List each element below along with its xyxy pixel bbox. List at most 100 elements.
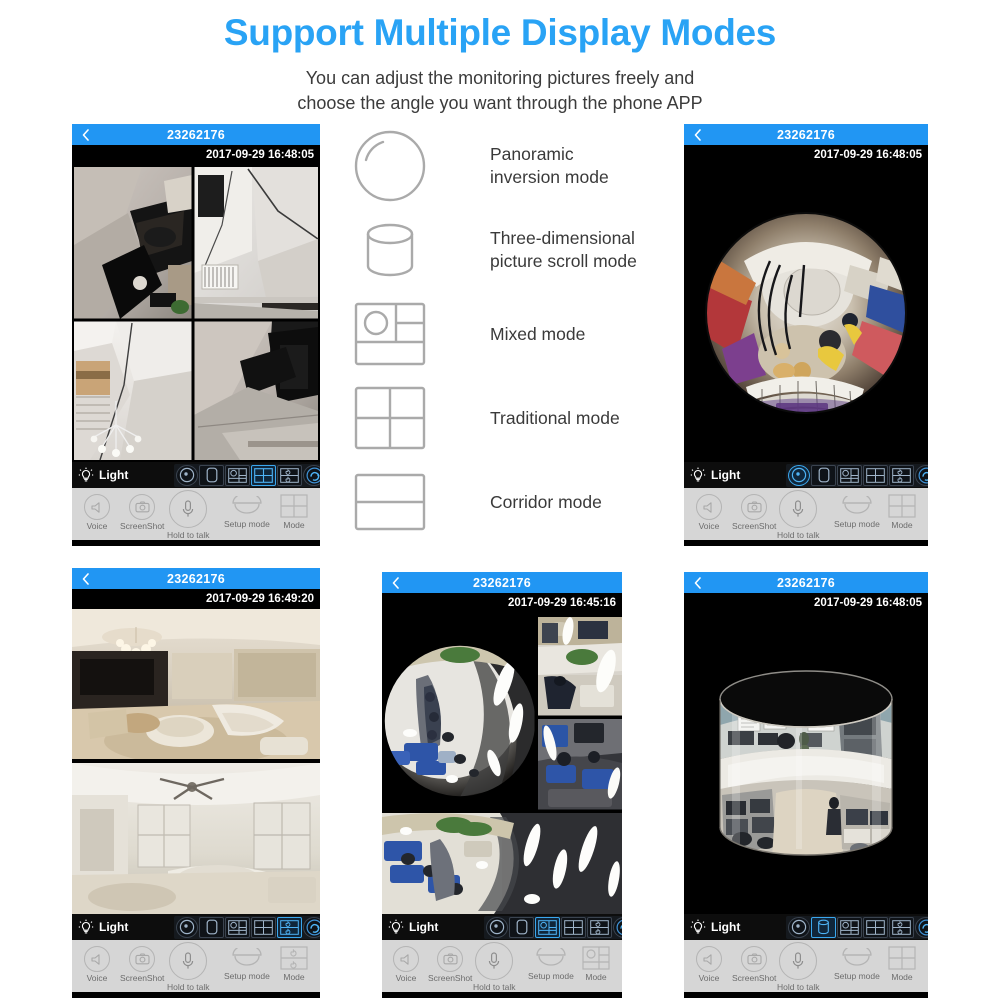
mode-label: Mode [891, 520, 913, 530]
video-view-cylinder[interactable] [684, 613, 928, 914]
corridor-icon [352, 471, 438, 533]
setup-mode-button[interactable]: Setup mode [224, 948, 270, 981]
screenshot-button[interactable]: ScreenShot [732, 946, 776, 983]
mode-icon-mixed[interactable] [535, 916, 560, 938]
screenshot-button[interactable]: ScreenShot [120, 494, 164, 531]
microphone-icon [779, 490, 818, 528]
mode-icon-cylinder[interactable] [199, 916, 224, 938]
setup-mode-button[interactable]: Setup mode [224, 496, 270, 529]
voice-label: Voice [86, 973, 108, 983]
light-toggle[interactable]: Light [78, 919, 174, 936]
phone-bottom-center: 23262176 2017-09-29 16:45:16 Light Voice… [382, 572, 622, 998]
mode-icon-panoramic[interactable] [176, 464, 198, 486]
screenshot-label: ScreenShot [120, 521, 165, 531]
video-view-traditional-quad[interactable] [72, 165, 320, 462]
mode-icon-mixed[interactable] [225, 916, 250, 938]
page-root: Support Multiple Display Modes You can a… [0, 0, 1000, 1000]
phone-header-bar: 23262176 [72, 124, 320, 145]
phone-header-bar: 23262176 [684, 572, 928, 593]
mode-icon-rotate[interactable] [303, 464, 320, 486]
mode-icon-rotate[interactable] [303, 916, 320, 938]
mode-icon-corridor[interactable] [889, 464, 914, 486]
setup-mode-label: Setup mode [834, 971, 880, 981]
mode-icon-cylinder[interactable] [811, 464, 836, 486]
phone-bottom-left: 23262176 2017-09-29 16:49:20 Light Voice… [72, 568, 320, 998]
screenshot-button[interactable]: ScreenShot [120, 946, 164, 983]
display-mode-legend: Panoramic inversion mode Three-dimension… [352, 124, 652, 544]
light-label: Light [409, 920, 439, 934]
mode-icon-traditional[interactable] [863, 916, 888, 938]
mode-icon-corridor[interactable] [889, 916, 914, 938]
mixed-icon [582, 946, 610, 970]
mixed-layout-icon [352, 300, 438, 368]
mode-button[interactable]: Mode [280, 494, 308, 530]
mode-icon-traditional[interactable] [251, 464, 276, 486]
hold-to-talk-button[interactable]: Hold to talk [167, 490, 210, 540]
setup-mode-button[interactable]: Setup mode [834, 496, 880, 529]
voice-button[interactable]: Voice [84, 946, 110, 983]
grid-four-icon [352, 384, 438, 452]
screenshot-button[interactable]: ScreenShot [732, 494, 776, 531]
setup-mode-button[interactable]: Setup mode [834, 948, 880, 981]
timestamp: 2017-09-29 16:48:05 [684, 593, 928, 613]
mode-button[interactable]: Mode [888, 946, 916, 982]
light-label: Light [711, 468, 741, 482]
hold-to-talk-button[interactable]: Hold to talk [473, 942, 516, 992]
traditional-icon [888, 494, 916, 518]
voice-button[interactable]: Voice [696, 946, 722, 983]
mode-button[interactable]: Mode [888, 494, 916, 530]
back-icon[interactable] [692, 576, 704, 589]
light-toggle[interactable]: Light [690, 467, 786, 484]
mode-icon-rotate[interactable] [915, 916, 928, 938]
video-view-fisheye[interactable] [684, 165, 928, 462]
mode-icon-traditional[interactable] [863, 464, 888, 486]
back-icon[interactable] [80, 572, 92, 585]
hold-to-talk-label: Hold to talk [167, 982, 210, 992]
hold-to-talk-button[interactable]: Hold to talk [777, 490, 820, 540]
mode-icon-panoramic[interactable] [788, 464, 810, 486]
video-view-corridor[interactable] [72, 609, 320, 914]
bulb-icon [78, 919, 94, 936]
hold-to-talk-button[interactable]: Hold to talk [167, 942, 210, 992]
dome-icon [231, 496, 263, 516]
mode-label: Mode [283, 972, 305, 982]
legend-label-panoramic: Panoramic inversion mode [490, 144, 609, 187]
mode-icon-cylinder[interactable] [811, 916, 836, 938]
mode-icon-corridor[interactable] [277, 916, 302, 938]
light-label: Light [99, 468, 129, 482]
back-icon[interactable] [692, 128, 704, 141]
mode-icon-traditional[interactable] [251, 916, 276, 938]
voice-button[interactable]: Voice [84, 494, 110, 531]
light-toggle[interactable]: Light [690, 919, 786, 936]
mode-button[interactable]: Mode [280, 946, 308, 982]
mode-icon-mixed[interactable] [837, 464, 862, 486]
mode-icon-cylinder[interactable] [509, 916, 534, 938]
hold-to-talk-button[interactable]: Hold to talk [777, 942, 820, 992]
back-icon[interactable] [80, 128, 92, 141]
mode-icon-corridor[interactable] [277, 464, 302, 486]
mode-icon-group [484, 915, 622, 939]
mode-icon-corridor[interactable] [587, 916, 612, 938]
mode-icon-panoramic[interactable] [788, 916, 810, 938]
setup-mode-button[interactable]: Setup mode [528, 948, 574, 981]
mode-icon-panoramic[interactable] [176, 916, 198, 938]
mode-icon-rotate[interactable] [915, 464, 928, 486]
voice-button[interactable]: Voice [393, 946, 419, 983]
mode-button[interactable]: Mode [582, 946, 610, 982]
legend-item-traditional: Traditional mode [352, 376, 652, 460]
mode-icon-cylinder[interactable] [199, 464, 224, 486]
bottom-toolbar: Voice ScreenShot Hold to talk Setup mode [382, 940, 622, 992]
mode-icon-panoramic[interactable] [486, 916, 508, 938]
screenshot-button[interactable]: ScreenShot [428, 946, 472, 983]
back-icon[interactable] [390, 576, 402, 589]
mode-icon-mixed[interactable] [837, 916, 862, 938]
subtitle-line-2: choose the angle you want through the ph… [297, 93, 703, 113]
camera-icon [437, 946, 464, 972]
voice-button[interactable]: Voice [696, 494, 722, 531]
video-view-mixed[interactable] [382, 613, 622, 914]
mode-icon-rotate[interactable] [613, 916, 622, 938]
mode-icon-mixed[interactable] [225, 464, 250, 486]
mode-icon-traditional[interactable] [561, 916, 586, 938]
light-toggle[interactable]: Light [388, 919, 484, 936]
light-toggle[interactable]: Light [78, 467, 174, 484]
